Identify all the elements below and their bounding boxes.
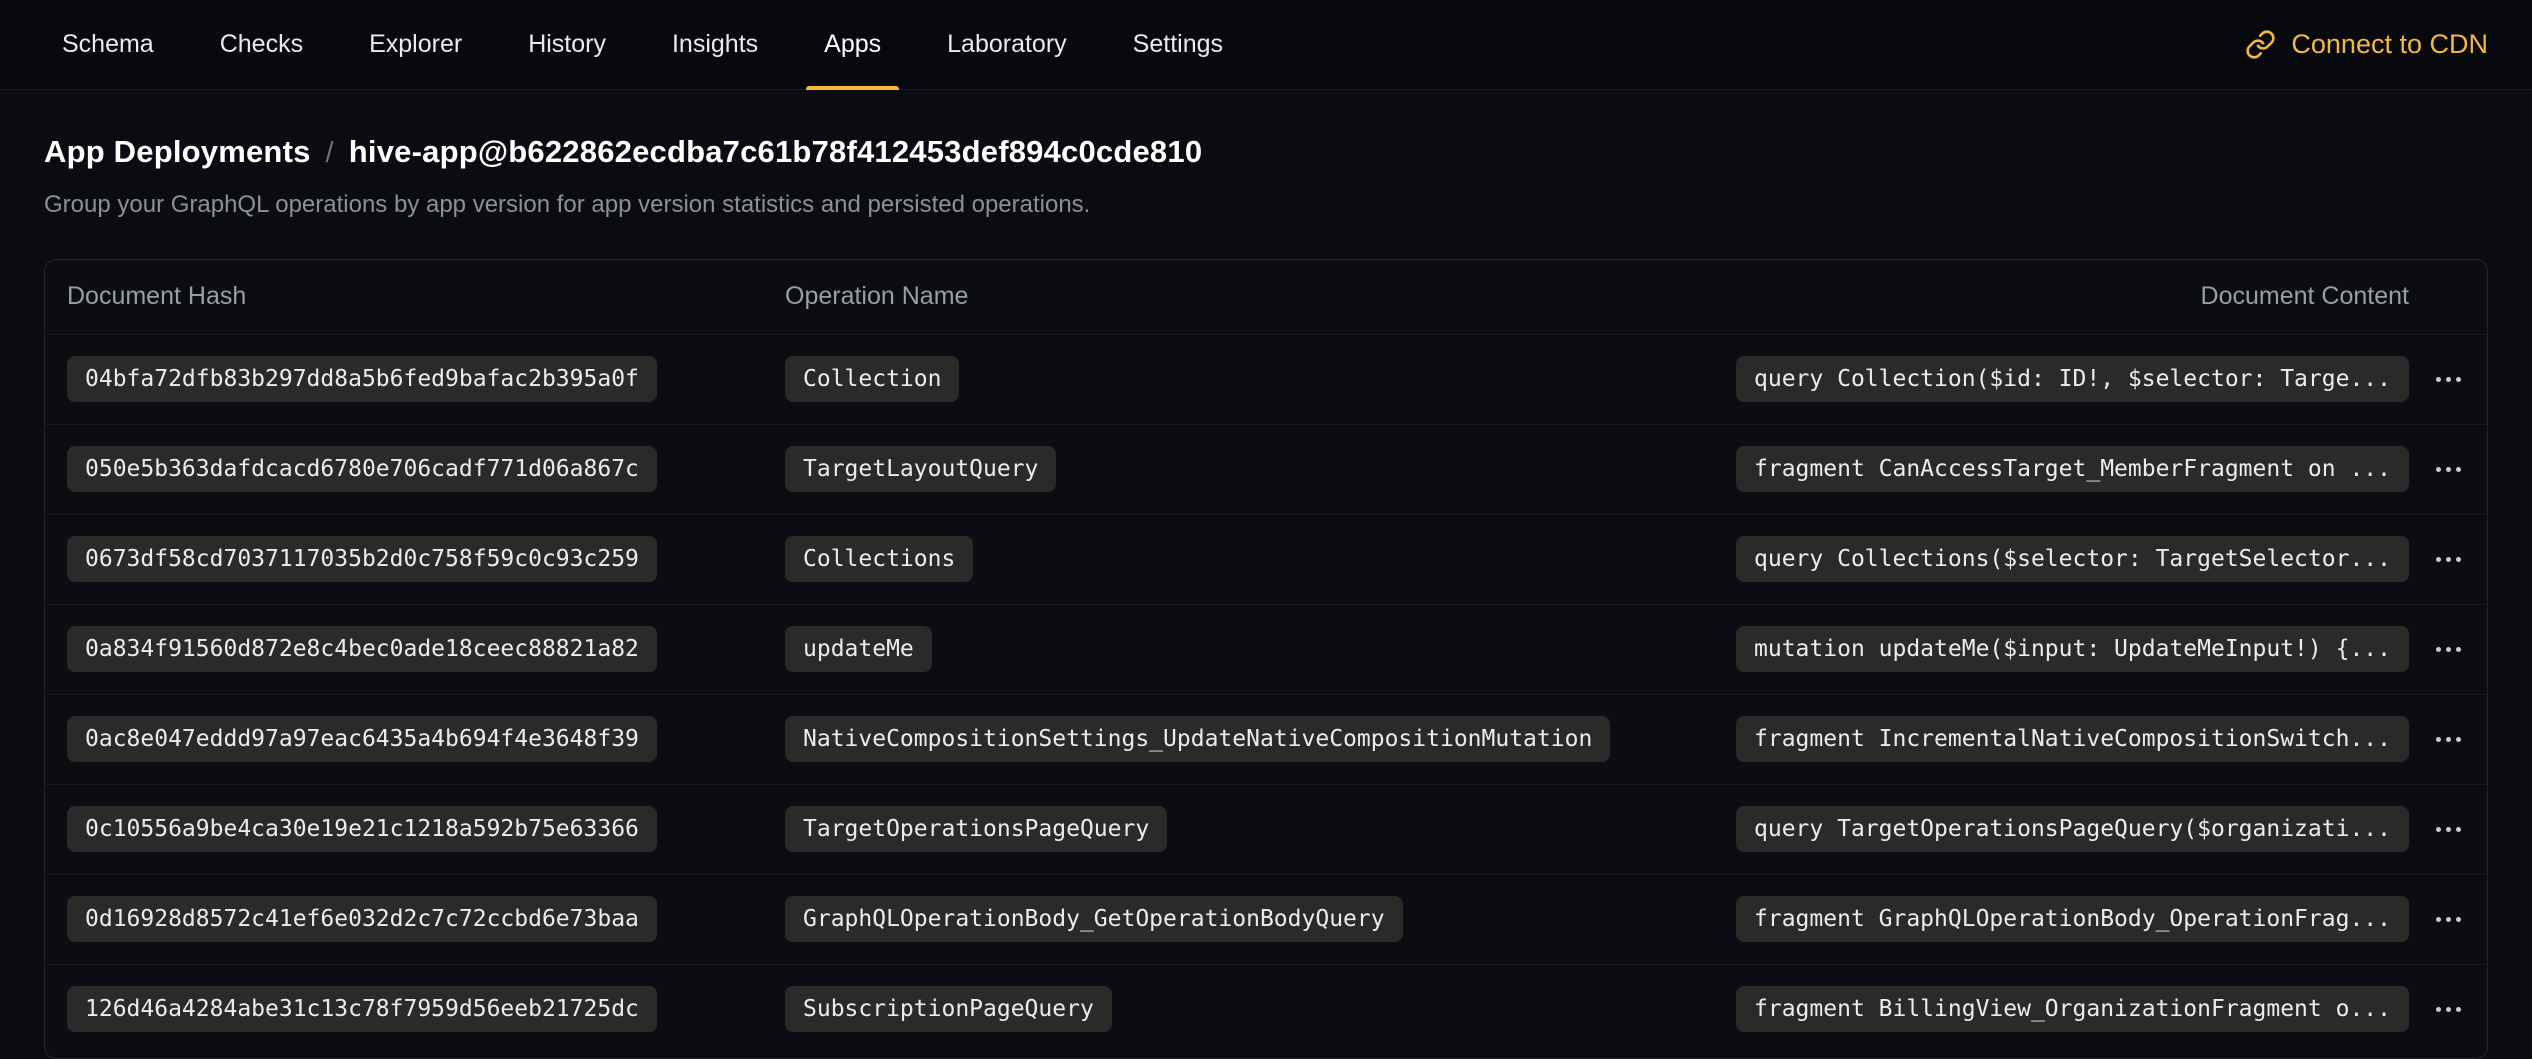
table-row: 0673df58cd7037117035b2d0c758f59c0c93c259… [45, 514, 2487, 604]
operation-name-badge: Collections [785, 536, 973, 582]
ellipsis-icon [2446, 917, 2451, 922]
nav-tabs: Schema Checks Explorer History Insights … [44, 0, 1241, 89]
deployments-table: Document Hash Operation Name Document Co… [44, 259, 2488, 1059]
table-row: 0d16928d8572c41ef6e032d2c7c72ccbd6e73baa… [45, 874, 2487, 964]
table-row: 04bfa72dfb83b297dd8a5b6fed9bafac2b395a0f… [45, 334, 2487, 424]
operation-name-badge: TargetLayoutQuery [785, 446, 1056, 492]
table-row: 126d46a4284abe31c13c78f7959d56eeb21725dc… [45, 964, 2487, 1054]
connect-cdn-link[interactable]: Connect to CDN [2245, 0, 2488, 89]
operation-name-badge: Collection [785, 356, 959, 402]
ellipsis-icon [2446, 827, 2451, 832]
document-hash-badge: 0c10556a9be4ca30e19e21c1218a592b75e63366 [67, 806, 657, 852]
document-content-badge: mutation updateMe($input: UpdateMeInput!… [1736, 626, 2409, 672]
document-content-badge: query Collection($id: ID!, $selector: Ta… [1736, 356, 2409, 402]
document-content-badge: fragment BillingView_OrganizationFragmen… [1736, 986, 2409, 1032]
row-menu-button[interactable] [2436, 363, 2461, 396]
nav-tab[interactable]: Checks [202, 0, 321, 89]
nav-tab[interactable]: Apps [806, 0, 899, 89]
nav-tab[interactable]: Insights [654, 0, 776, 89]
nav-tab[interactable]: Laboratory [929, 0, 1085, 89]
row-menu-button[interactable] [2436, 543, 2461, 576]
row-menu-button[interactable] [2436, 993, 2461, 1026]
document-hash-badge: 126d46a4284abe31c13c78f7959d56eeb21725dc [67, 986, 657, 1032]
row-menu-button[interactable] [2436, 723, 2461, 756]
ellipsis-icon [2446, 737, 2451, 742]
connect-cdn-label: Connect to CDN [2291, 29, 2488, 60]
document-hash-badge: 0a834f91560d872e8c4bec0ade18ceec88821a82 [67, 626, 657, 672]
document-content-badge: query Collections($selector: TargetSelec… [1736, 536, 2409, 582]
table-header-row: Document Hash Operation Name Document Co… [45, 260, 2487, 334]
table-body: 04bfa72dfb83b297dd8a5b6fed9bafac2b395a0f… [45, 334, 2487, 1054]
breadcrumb-separator: / [326, 137, 334, 170]
column-header-operation-name: Operation Name [785, 282, 1719, 311]
row-menu-button[interactable] [2436, 633, 2461, 666]
column-header-document-content: Document Content [1719, 282, 2409, 311]
nav-tab[interactable]: Settings [1115, 0, 1241, 89]
document-hash-badge: 0d16928d8572c41ef6e032d2c7c72ccbd6e73baa [67, 896, 657, 942]
document-hash-badge: 04bfa72dfb83b297dd8a5b6fed9bafac2b395a0f [67, 356, 657, 402]
link-icon [2245, 29, 2276, 60]
top-nav: Schema Checks Explorer History Insights … [0, 0, 2532, 90]
nav-tab[interactable]: Schema [44, 0, 172, 89]
operation-name-badge: updateMe [785, 626, 932, 672]
nav-tab[interactable]: Explorer [351, 0, 480, 89]
table-row: 0ac8e047eddd97a97eac6435a4b694f4e3648f39… [45, 694, 2487, 784]
document-hash-badge: 0ac8e047eddd97a97eac6435a4b694f4e3648f39 [67, 716, 657, 762]
table-row: 0c10556a9be4ca30e19e21c1218a592b75e63366… [45, 784, 2487, 874]
column-header-document-hash: Document Hash [67, 282, 785, 311]
page-subtitle: Group your GraphQL operations by app ver… [44, 191, 2488, 219]
ellipsis-icon [2446, 647, 2451, 652]
operation-name-badge: SubscriptionPageQuery [785, 986, 1112, 1032]
operation-name-badge: GraphQLOperationBody_GetOperationBodyQue… [785, 896, 1403, 942]
document-content-badge: fragment IncrementalNativeCompositionSwi… [1736, 716, 2409, 762]
nav-tab[interactable]: History [510, 0, 624, 89]
document-content-badge: fragment GraphQLOperationBody_OperationF… [1736, 896, 2409, 942]
ellipsis-icon [2446, 557, 2451, 562]
breadcrumb-root[interactable]: App Deployments [44, 134, 311, 170]
ellipsis-icon [2446, 1007, 2451, 1012]
document-content-badge: fragment CanAccessTarget_MemberFragment … [1736, 446, 2409, 492]
document-hash-badge: 0673df58cd7037117035b2d0c758f59c0c93c259 [67, 536, 657, 582]
ellipsis-icon [2446, 377, 2451, 382]
row-menu-button[interactable] [2436, 903, 2461, 936]
document-hash-badge: 050e5b363dafdcacd6780e706cadf771d06a867c [67, 446, 657, 492]
operation-name-badge: TargetOperationsPageQuery [785, 806, 1167, 852]
document-content-badge: query TargetOperationsPageQuery($organiz… [1736, 806, 2409, 852]
breadcrumb: App Deployments / hive-app@b622862ecdba7… [44, 134, 2488, 170]
row-menu-button[interactable] [2436, 813, 2461, 846]
breadcrumb-current: hive-app@b622862ecdba7c61b78f412453def89… [349, 134, 1202, 170]
table-row: 0a834f91560d872e8c4bec0ade18ceec88821a82… [45, 604, 2487, 694]
table-row: 050e5b363dafdcacd6780e706cadf771d06a867c… [45, 424, 2487, 514]
ellipsis-icon [2446, 467, 2451, 472]
operation-name-badge: NativeCompositionSettings_UpdateNativeCo… [785, 716, 1610, 762]
row-menu-button[interactable] [2436, 453, 2461, 486]
app-deployments-page: App Deployments / hive-app@b622862ecdba7… [0, 134, 2532, 1059]
